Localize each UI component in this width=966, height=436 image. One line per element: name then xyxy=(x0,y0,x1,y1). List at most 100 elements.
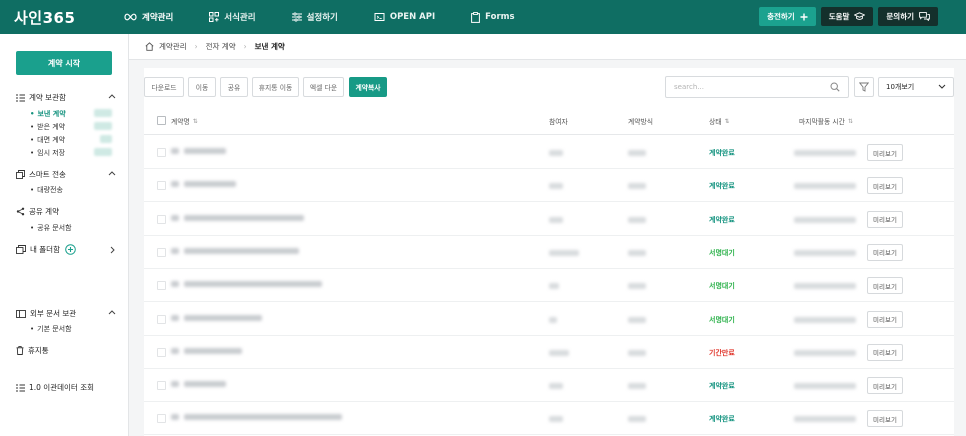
sidebar-item-drafts[interactable]: • 임시 저장 xyxy=(30,148,112,158)
home-icon[interactable] xyxy=(145,42,154,51)
move-to-trash-button[interactable]: 휴지통 이동 xyxy=(252,77,299,97)
sidebar-item-sent[interactable]: • 보낸 계약 xyxy=(30,109,112,119)
contract-name[interactable] xyxy=(184,347,242,354)
row-checkbox[interactable] xyxy=(157,181,166,191)
contract-name[interactable] xyxy=(184,281,322,288)
main-nav: 계약관리 서식관리 설정하기 OPEN API Forms xyxy=(124,0,551,34)
sliders-icon xyxy=(291,12,302,22)
table-row[interactable]: 계약완료 미리보기 xyxy=(144,136,954,169)
sidebar-section-shared[interactable]: 공유 계약 xyxy=(16,206,116,217)
move-button[interactable]: 이동 xyxy=(188,77,216,97)
page-size-select[interactable]: 10개보기 xyxy=(878,77,954,97)
charge-button[interactable]: 충전하기 xyxy=(759,7,816,26)
nav-forms[interactable]: Forms xyxy=(471,0,515,34)
top-navbar: 사인365 계약관리 서식관리 설정하기 OPEN API Forms 충전하기… xyxy=(0,0,966,34)
table-row[interactable]: 서명대기 미리보기 xyxy=(144,269,954,303)
add-folder-icon[interactable] xyxy=(65,244,76,255)
status-badge: 서명대기 xyxy=(709,315,735,324)
grid-icon xyxy=(209,12,220,22)
nav-contract-management[interactable]: 계약관리 xyxy=(124,0,173,34)
table-row[interactable]: 계약완료 미리보기 xyxy=(144,169,954,203)
last-activity-time xyxy=(794,349,856,356)
row-checkbox[interactable] xyxy=(157,281,166,291)
sidebar-item-received[interactable]: • 받은 계약 xyxy=(30,122,112,132)
row-checkbox[interactable] xyxy=(157,247,166,257)
row-checkbox[interactable] xyxy=(157,414,166,424)
section-title: 계약 보관함 xyxy=(29,93,66,102)
section-title: 공유 계약 xyxy=(29,207,59,216)
row-checkbox[interactable] xyxy=(157,214,166,224)
bullet: • xyxy=(30,224,35,232)
table-row[interactable]: 서명대기 미리보기 xyxy=(144,303,954,336)
filter-button[interactable] xyxy=(854,77,874,97)
preview-button[interactable]: 미리보기 xyxy=(867,310,903,328)
chevron-up-icon[interactable] xyxy=(108,93,116,99)
sidebar-item-bulk-send[interactable]: • 대량전송 xyxy=(30,185,112,195)
preview-button[interactable]: 미리보기 xyxy=(867,243,903,261)
contract-name[interactable] xyxy=(184,381,226,388)
row-checkbox[interactable] xyxy=(157,381,166,391)
header-status[interactable]: 상태 ⇅ xyxy=(709,116,730,127)
preview-button[interactable]: 미리보기 xyxy=(867,377,903,395)
sidebar-section-my-folder[interactable]: 내 폴더함 xyxy=(16,244,116,255)
contract-name[interactable] xyxy=(184,148,226,154)
contract-name[interactable] xyxy=(184,314,262,321)
sidebar-section-smart-send[interactable]: 스마트 전송 xyxy=(16,169,116,180)
help-button[interactable]: 도움말 xyxy=(820,7,874,26)
select-all-checkbox[interactable] xyxy=(157,116,166,125)
contract-method xyxy=(628,383,646,390)
participant xyxy=(549,283,559,290)
sidebar-section-external[interactable]: 외부 문서 보관 xyxy=(16,308,116,319)
contract-method xyxy=(628,216,646,223)
header-label: 상태 xyxy=(709,118,722,126)
contract-name[interactable] xyxy=(184,214,304,221)
preview-button[interactable]: 미리보기 xyxy=(867,144,903,161)
header-last-activity[interactable]: 마지막활동 시간 ⇅ xyxy=(799,116,853,127)
nav-settings[interactable]: 설정하기 xyxy=(291,0,338,34)
sort-icon: ⇅ xyxy=(847,117,853,125)
chevron-right-icon[interactable] xyxy=(110,246,116,254)
nav-form-management[interactable]: 서식관리 xyxy=(209,0,256,34)
sidebar-item-shared-docs[interactable]: • 공유 문서함 xyxy=(30,223,112,233)
sidebar-section-trash[interactable]: 휴지통 xyxy=(16,345,116,356)
preview-button[interactable]: 미리보기 xyxy=(867,177,903,195)
download-button[interactable]: 다운로드 xyxy=(144,77,184,97)
preview-button[interactable]: 미리보기 xyxy=(867,277,903,295)
nav-open-api[interactable]: OPEN API xyxy=(374,0,435,34)
sidebar-item-basic-docs[interactable]: • 기본 문서함 xyxy=(30,324,112,334)
chevron-up-icon[interactable] xyxy=(108,170,116,176)
table-row[interactable]: 기간만료 미리보기 xyxy=(144,336,954,369)
contract-method xyxy=(628,283,646,290)
table-row[interactable]: 계약완료 미리보기 xyxy=(144,369,954,403)
sidebar-item-face-to-face[interactable]: • 대면 계약 xyxy=(30,135,112,145)
share-button[interactable]: 공유 xyxy=(220,77,248,97)
table-row[interactable]: 서명대기 미리보기 xyxy=(144,236,954,269)
header-label: 계약명 xyxy=(171,118,190,126)
row-checkbox[interactable] xyxy=(157,314,166,324)
start-contract-button[interactable]: 계약 시작 xyxy=(16,51,112,75)
app-logo[interactable]: 사인365 xyxy=(14,7,124,28)
preview-button[interactable]: 미리보기 xyxy=(867,210,903,228)
sidebar-section-migration[interactable]: 1.0 이관데이터 조회 xyxy=(16,382,116,393)
preview-button[interactable]: 미리보기 xyxy=(867,410,903,428)
contract-name[interactable] xyxy=(184,247,299,254)
chevron-up-icon[interactable] xyxy=(108,309,116,315)
sidebar-section-contract-storage[interactable]: 계약 보관함 xyxy=(16,92,116,103)
row-checkbox[interactable] xyxy=(157,148,166,157)
table-row[interactable]: 계약완료 미리보기 xyxy=(144,402,954,436)
contract-name[interactable] xyxy=(184,414,342,421)
search-icon[interactable] xyxy=(830,82,840,92)
inquiry-button[interactable]: 문의하기 xyxy=(878,7,938,26)
excel-download-button[interactable]: 엑셀 다운 xyxy=(303,77,344,97)
row-checkbox[interactable] xyxy=(157,347,166,357)
header-contract-name[interactable]: 계약명 ⇅ xyxy=(171,116,198,127)
preview-button[interactable]: 미리보기 xyxy=(867,343,903,361)
table-row[interactable]: 계약완료 미리보기 xyxy=(144,203,954,236)
copy-contract-button[interactable]: 계약복사 xyxy=(349,77,387,97)
breadcrumb: 계약관리 › 전자 계약 › 보낸 계약 xyxy=(129,34,966,60)
breadcrumb-home[interactable]: 계약관리 xyxy=(159,41,187,52)
breadcrumb-mid[interactable]: 전자 계약 xyxy=(206,41,236,52)
contract-name[interactable] xyxy=(184,181,236,188)
search-input[interactable] xyxy=(674,83,824,91)
chevron-down-icon xyxy=(938,84,946,90)
